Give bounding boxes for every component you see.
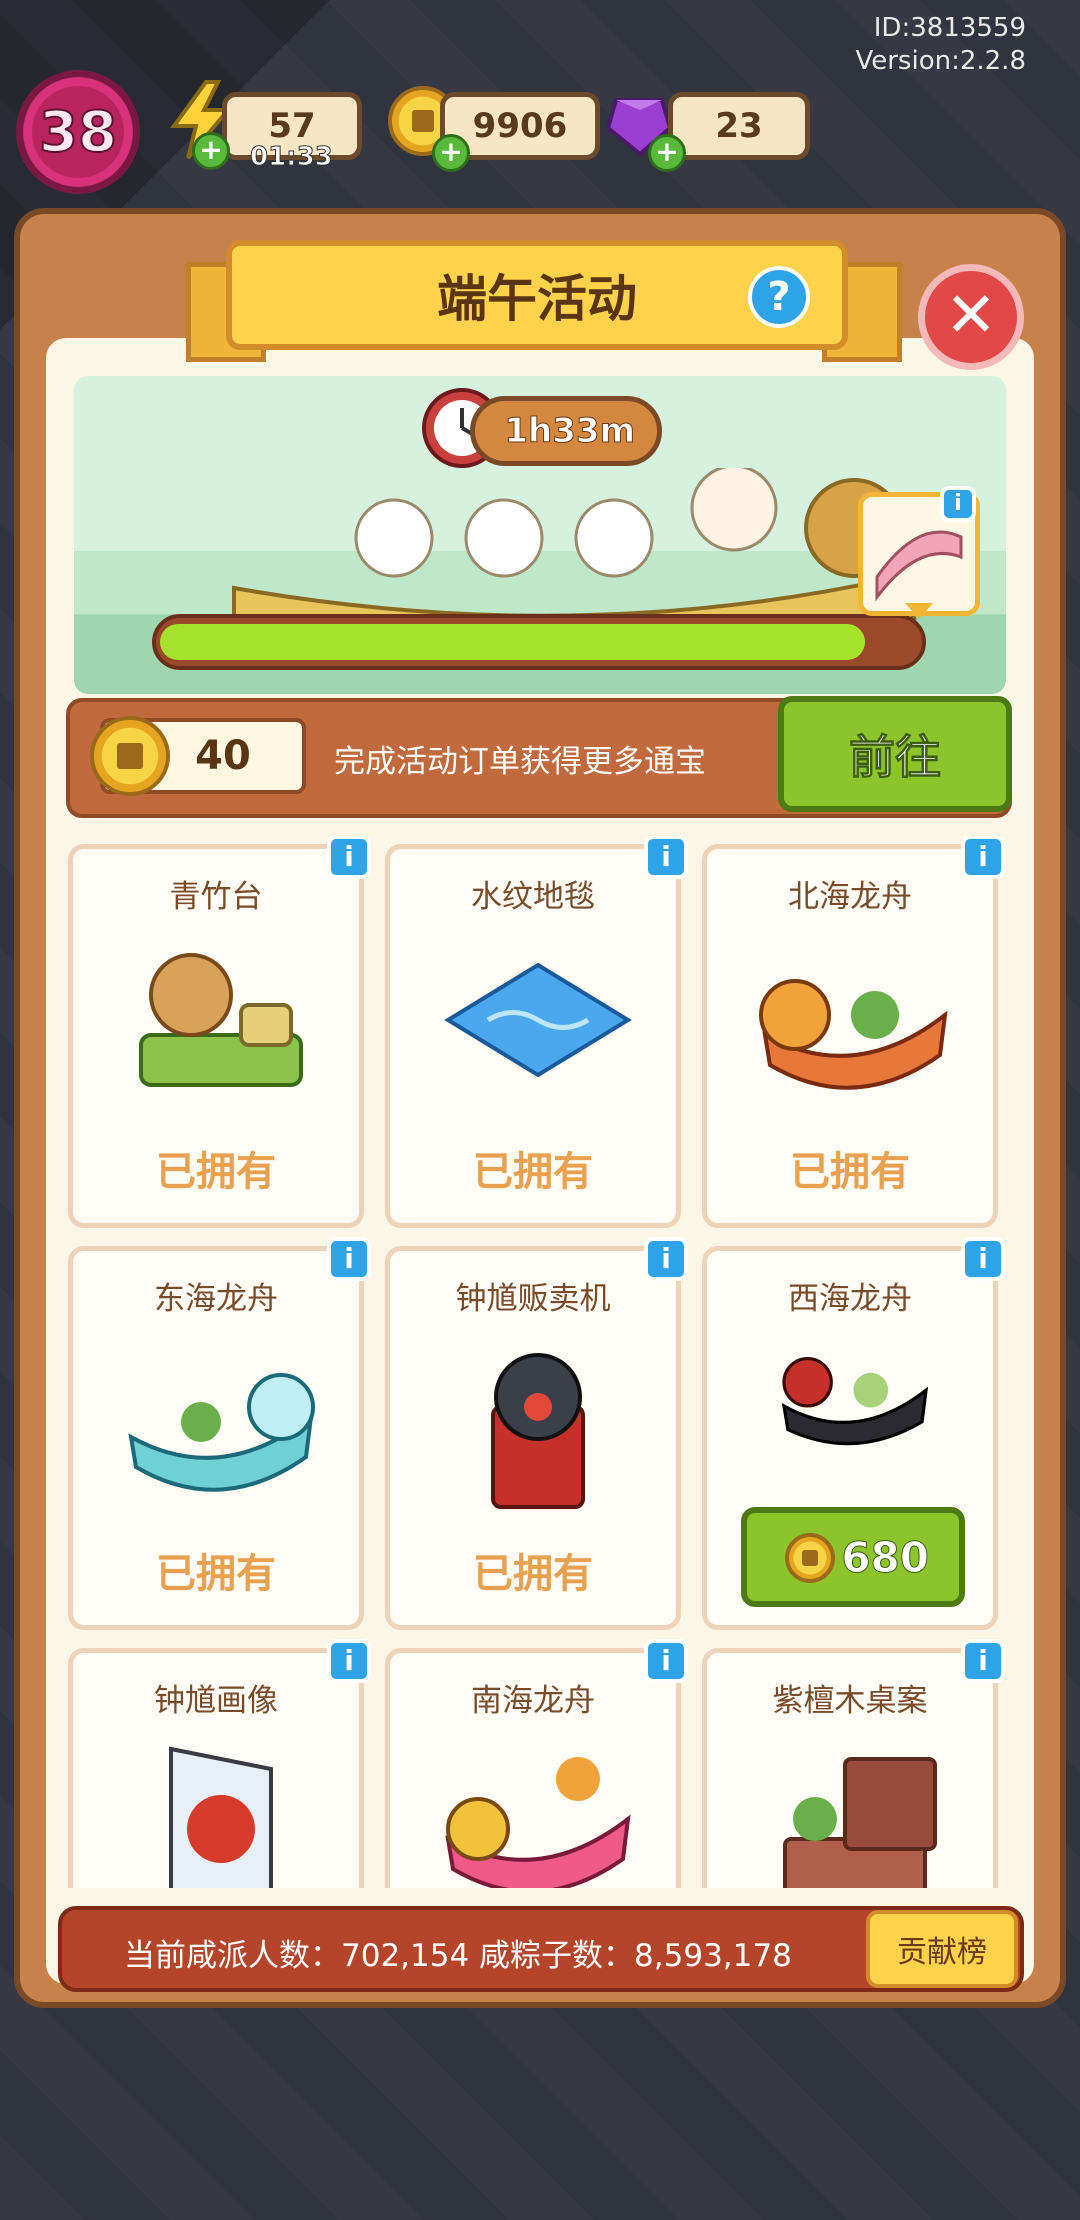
info-icon[interactable]: i <box>961 1639 1005 1683</box>
add-gems-icon[interactable]: + <box>648 134 686 172</box>
price-label: 680 <box>841 1532 930 1582</box>
zhongkui-portrait-image <box>169 1746 273 1888</box>
item-card[interactable]: 钟馗贩卖机 已拥有 i <box>385 1237 688 1630</box>
question-icon[interactable]: ? <box>748 266 810 328</box>
reward-info-icon[interactable]: i <box>940 486 976 522</box>
rosewood-table-image <box>783 1757 937 1888</box>
tongbao-coin-icon <box>785 1533 835 1583</box>
item-card[interactable]: 南海龙舟 i <box>385 1639 688 1888</box>
player-id: ID:3813559 <box>873 13 1026 43</box>
close-button[interactable]: ✕ <box>918 264 1024 370</box>
water-rug-image <box>444 962 632 1078</box>
info-icon[interactable]: i <box>327 1639 371 1683</box>
token-hint: 完成活动订单获得更多通宝 <box>334 744 706 780</box>
item-card[interactable]: 紫檀木桌案 i <box>702 1639 1005 1888</box>
info-icon[interactable]: i <box>644 1237 688 1281</box>
item-name: 钟馗画像 <box>154 1683 278 1719</box>
item-grid: 青竹台 已拥有 i 水纹地毯 已拥有 i 北海龙舟 已拥有 i 东海龙舟 已拥有… <box>60 836 1018 1888</box>
add-coins-icon[interactable]: + <box>432 134 470 172</box>
item-name: 水纹地毯 <box>471 879 595 915</box>
info-icon[interactable]: i <box>327 836 371 879</box>
item-name: 西海龙舟 <box>788 1281 912 1317</box>
tongbao-coin-icon <box>90 716 170 796</box>
item-name: 青竹台 <box>169 879 263 915</box>
event-timer: 1h33m <box>470 396 662 466</box>
version-label: Version:2.2.8 <box>855 46 1026 76</box>
build-info: ID:3813559 Version:2.2.8 <box>855 12 1026 78</box>
owned-label: 已拥有 <box>156 1551 276 1597</box>
item-card[interactable]: 东海龙舟 已拥有 i <box>68 1237 371 1630</box>
bamboo-stage-image <box>139 953 303 1087</box>
faction-stats: 当前咸派人数：702,154 咸粽子数：8,593,178 <box>124 1938 792 1974</box>
item-name: 钟馗贩卖机 <box>455 1281 611 1317</box>
gem-counter[interactable]: 23 <box>668 92 810 160</box>
owned-label: 已拥有 <box>473 1149 593 1195</box>
info-icon[interactable]: i <box>327 1237 371 1281</box>
item-card[interactable]: 青竹台 已拥有 i <box>68 836 371 1228</box>
west-sea-dragon-boat-image <box>781 1357 929 1446</box>
buy-button[interactable]: 680 <box>741 1507 965 1607</box>
event-progress-fill <box>160 624 865 660</box>
owned-label: 已拥有 <box>156 1149 276 1195</box>
item-name: 紫檀木桌案 <box>772 1683 928 1719</box>
add-energy-icon[interactable]: + <box>192 132 230 170</box>
item-card[interactable]: 钟馗画像 i <box>68 1639 371 1888</box>
level-badge[interactable]: 38 <box>16 70 140 194</box>
item-name: 南海龙舟 <box>471 1683 595 1719</box>
owned-label: 已拥有 <box>473 1551 593 1597</box>
contribution-rank-button[interactable]: 贡献榜 <box>866 1910 1018 1988</box>
north-sea-dragon-boat-image <box>759 979 948 1090</box>
dialog-title: 端午活动 <box>437 270 637 328</box>
south-sea-dragon-boat-image <box>445 1757 631 1888</box>
zhongkui-vending-machine-image <box>491 1353 585 1509</box>
item-name: 东海龙舟 <box>154 1281 278 1317</box>
go-button[interactable]: 前往 <box>778 696 1012 812</box>
info-icon[interactable]: i <box>961 836 1005 879</box>
item-card[interactable]: 北海龙舟 已拥有 i <box>702 836 1005 1228</box>
close-icon: ✕ <box>945 278 997 351</box>
level-value: 38 <box>38 99 118 166</box>
owned-label: 已拥有 <box>790 1149 910 1195</box>
item-card[interactable]: 水纹地毯 已拥有 i <box>385 836 688 1228</box>
info-icon[interactable]: i <box>644 836 688 879</box>
info-icon[interactable]: i <box>961 1237 1005 1281</box>
energy-timer: 01:33 <box>250 142 334 173</box>
east-sea-dragon-boat-image <box>128 1373 315 1492</box>
item-name: 北海龙舟 <box>788 879 912 915</box>
info-icon[interactable]: i <box>644 1639 688 1683</box>
item-card[interactable]: 西海龙舟 680 i <box>702 1237 1005 1630</box>
